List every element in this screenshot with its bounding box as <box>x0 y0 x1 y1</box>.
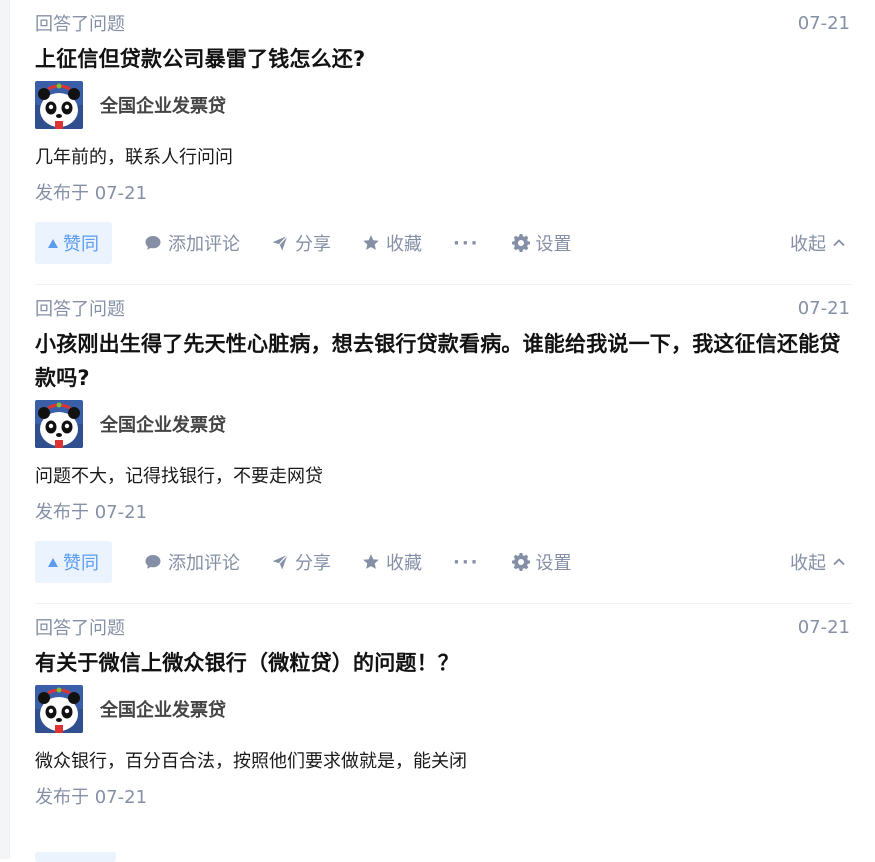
activity-label: 回答了问题 <box>35 299 125 320</box>
publish-time[interactable]: 发布于 07-21 <box>35 501 852 525</box>
gear-icon <box>511 234 530 252</box>
card-date: 07-21 <box>797 616 850 638</box>
collapse-button[interactable]: 收起 <box>790 230 852 256</box>
vote-up-button-partial[interactable] <box>35 852 116 862</box>
card-meta: 回答了问题 07-21 <box>35 12 852 36</box>
comment-label: 添加评论 <box>168 234 240 255</box>
favorite-label: 收藏 <box>386 234 422 255</box>
vote-up-button[interactable]: 赞同 <box>35 541 112 583</box>
share-button[interactable]: 分享 <box>271 230 331 256</box>
collapse-label: 收起 <box>790 553 826 574</box>
question-title[interactable]: 小孩刚出生得了先天性心脏病，想去银行贷款看病。谁能给我说一下，我这征信还能贷款吗… <box>35 327 852 395</box>
avatar[interactable] <box>35 81 83 129</box>
answer-excerpt[interactable]: 几年前的，联系人行问问 <box>35 146 852 170</box>
comment-bubble-icon <box>145 236 161 250</box>
avatar[interactable] <box>35 685 83 733</box>
activity-label: 回答了问题 <box>35 618 125 639</box>
answer-feed: 回答了问题 07-21 上征信但贷款公司暴雷了钱怎么还? 全国企业发票贷 几年前… <box>35 0 852 810</box>
settings-button[interactable]: 设置 <box>511 549 572 575</box>
card-date: 07-21 <box>797 297 850 319</box>
author-row: 全国企业发票贷 <box>35 81 852 129</box>
answer-excerpt[interactable]: 微众银行，百分百合法，按照他们要求做就是，能关闭 <box>35 750 852 774</box>
favorite-button[interactable]: 收藏 <box>362 549 422 575</box>
vote-up-label: 赞同 <box>63 234 99 255</box>
avatar[interactable] <box>35 400 83 448</box>
paper-plane-icon <box>272 235 288 251</box>
comment-bubble-icon <box>145 555 161 569</box>
star-icon <box>363 235 379 250</box>
vote-up-icon <box>48 557 58 567</box>
feed-card: 回答了问题 07-21 有关于微信上微众银行（微粒贷）的问题！？ 全国企业发票贷 <box>35 617 852 810</box>
publish-time[interactable]: 发布于 07-21 <box>35 786 852 810</box>
author-row: 全国企业发票贷 <box>35 685 852 733</box>
chevron-up-icon <box>833 558 845 566</box>
settings-label: 设置 <box>535 234 572 255</box>
add-comment-button[interactable]: 添加评论 <box>144 230 240 256</box>
author-name[interactable]: 全国企业发票贷 <box>100 411 226 437</box>
question-title[interactable]: 有关于微信上微众银行（微粒贷）的问题！？ <box>35 646 852 680</box>
favorite-label: 收藏 <box>386 553 422 574</box>
feed-card: 回答了问题 07-21 上征信但贷款公司暴雷了钱怎么还? 全国企业发票贷 几年前… <box>35 13 852 285</box>
gear-icon <box>511 553 530 571</box>
share-label: 分享 <box>295 553 331 574</box>
star-icon <box>363 554 379 569</box>
more-button[interactable]: ··· <box>453 233 480 254</box>
vote-up-icon <box>48 238 58 248</box>
author-name[interactable]: 全国企业发票贷 <box>100 696 226 722</box>
feed-card: 回答了问题 07-21 小孩刚出生得了先天性心脏病，想去银行贷款看病。谁能给我说… <box>35 298 852 604</box>
publish-time[interactable]: 发布于 07-21 <box>35 182 852 206</box>
author-row: 全国企业发票贷 <box>35 400 852 448</box>
answer-excerpt[interactable]: 问题不大，记得找银行，不要走网贷 <box>35 465 852 489</box>
more-button[interactable]: ··· <box>453 552 480 573</box>
question-title[interactable]: 上征信但贷款公司暴雷了钱怎么还? <box>35 42 852 76</box>
favorite-button[interactable]: 收藏 <box>362 230 422 256</box>
collapse-button[interactable]: 收起 <box>790 549 852 575</box>
activity-label: 回答了问题 <box>35 14 125 35</box>
action-bar: 赞同 添加评论 分享 收藏 ··· 设置 收起 <box>35 222 852 264</box>
card-meta: 回答了问题 07-21 <box>35 616 852 640</box>
chevron-up-icon <box>833 239 845 247</box>
collapse-label: 收起 <box>790 234 826 255</box>
add-comment-button[interactable]: 添加评论 <box>144 549 240 575</box>
share-label: 分享 <box>295 234 331 255</box>
paper-plane-icon <box>272 554 288 570</box>
left-gutter <box>0 0 10 859</box>
author-name[interactable]: 全国企业发票贷 <box>100 92 226 118</box>
share-button[interactable]: 分享 <box>271 549 331 575</box>
card-meta: 回答了问题 07-21 <box>35 297 852 321</box>
vote-up-button[interactable]: 赞同 <box>35 222 112 264</box>
card-date: 07-21 <box>797 12 850 34</box>
settings-label: 设置 <box>535 553 572 574</box>
settings-button[interactable]: 设置 <box>511 230 572 256</box>
comment-label: 添加评论 <box>168 553 240 574</box>
action-bar: 赞同 添加评论 分享 收藏 ··· 设置 收起 <box>35 541 852 583</box>
vote-up-label: 赞同 <box>63 553 99 574</box>
